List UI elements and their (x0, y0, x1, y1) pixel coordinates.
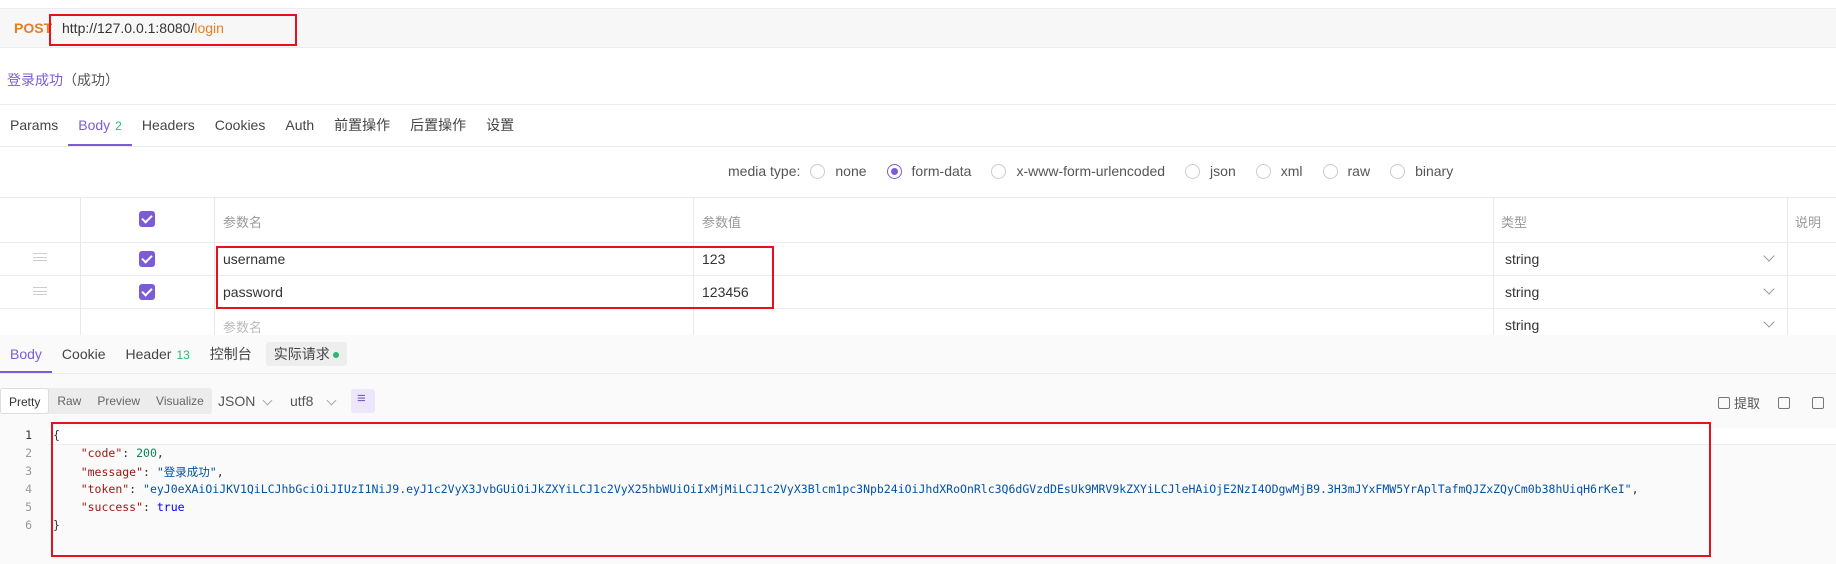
param-type-select[interactable]: string (1505, 251, 1539, 267)
param-value-cell[interactable]: 123456 (702, 284, 749, 300)
radio-json[interactable] (1185, 163, 1201, 179)
radio-form-data[interactable] (886, 163, 902, 179)
param-value-cell[interactable]: 123 (702, 251, 725, 267)
format-preview[interactable]: Preview (89, 388, 148, 414)
drag-handle-icon[interactable] (33, 253, 47, 261)
code-line: "token": "eyJ0eXAiOiJKV1QiLCJhbGciOiJIUz… (80, 482, 1639, 496)
tab-params[interactable]: Params (0, 104, 68, 146)
response-actions: 提取 (1717, 393, 1828, 412)
radio-xml[interactable] (1255, 163, 1271, 179)
copy-icon[interactable] (1812, 396, 1824, 409)
header-param-name: 参数名 (223, 215, 263, 230)
extract-icon[interactable] (1717, 396, 1730, 409)
format-pretty[interactable]: Pretty (0, 388, 50, 414)
http-method[interactable]: POST (14, 20, 52, 36)
format-toggle: Pretty Raw Preview Visualize (0, 388, 212, 414)
format-visualize[interactable]: Visualize (148, 388, 212, 414)
media-type-label: media type: (728, 163, 801, 179)
divider (0, 242, 1836, 243)
divider (0, 308, 1836, 309)
format-raw[interactable]: Raw (49, 388, 89, 414)
tab-pre-operations[interactable]: 前置操作 (324, 104, 400, 146)
line-number: 6 (25, 518, 32, 532)
encoding-select[interactable]: utf8 (290, 393, 313, 409)
wrap-lines-icon[interactable] (351, 389, 375, 413)
tab-actual-request[interactable]: 实际请求 (265, 342, 347, 366)
line-number: 2 (25, 446, 32, 460)
url-bar (0, 8, 1836, 48)
radio-none[interactable] (810, 163, 826, 179)
code-line: "success": true (80, 500, 185, 514)
tab-response-header[interactable]: Header 13 (116, 335, 200, 373)
tab-auth[interactable]: Auth (275, 104, 324, 146)
select-all-checkbox[interactable] (139, 211, 155, 227)
drag-handle-icon[interactable] (33, 287, 47, 295)
tab-post-operations[interactable]: 后置操作 (400, 104, 476, 146)
tab-response-body[interactable]: Body (0, 335, 52, 373)
divider (693, 197, 694, 335)
header-type: 类型 (1501, 215, 1528, 230)
param-name-cell[interactable]: username (223, 251, 285, 267)
header-param-value: 参数值 (702, 215, 742, 230)
url-path: login (194, 20, 224, 36)
param-name-cell[interactable]: password (223, 284, 283, 300)
line-number: 3 (25, 464, 32, 478)
header-description: 说明 (1795, 215, 1822, 230)
radio-binary[interactable] (1390, 163, 1406, 179)
divider (0, 146, 1836, 147)
tab-response-cookie[interactable]: Cookie (52, 335, 116, 373)
extract-button[interactable]: 提取 (1734, 393, 1760, 412)
tab-cookies[interactable]: Cookies (205, 104, 276, 146)
code-line: "message": "登录成功", (80, 465, 224, 479)
tab-body[interactable]: Body 2 (68, 104, 132, 146)
radio-x-www-form-urlencoded[interactable] (991, 163, 1007, 179)
download-icon[interactable] (1778, 396, 1790, 409)
header-count: 13 (176, 348, 190, 362)
url-input[interactable]: http://127.0.0.1:8080/login (62, 20, 224, 36)
status-dot-icon (332, 352, 339, 359)
row-checkbox[interactable] (139, 284, 155, 300)
row-checkbox[interactable] (139, 251, 155, 267)
divider (0, 373, 1836, 374)
tab-console[interactable]: 控制台 (200, 335, 262, 373)
response-tabs: Body Cookie Header 13 控制台 实际请求 (0, 335, 347, 373)
radio-raw[interactable] (1322, 163, 1338, 179)
code-line: { (53, 428, 60, 442)
divider (1493, 197, 1494, 335)
tab-settings[interactable]: 设置 (476, 104, 524, 146)
status-result: （成功） (63, 72, 119, 88)
divider (1787, 197, 1788, 335)
param-name-input[interactable]: 参数名 (223, 317, 262, 336)
divider (80, 197, 81, 335)
line-number: 1 (25, 428, 32, 442)
divider (214, 197, 215, 335)
language-select[interactable]: JSON (218, 393, 255, 409)
tab-headers[interactable]: Headers (132, 104, 205, 146)
code-line: } (53, 518, 60, 532)
line-number: 4 (25, 482, 32, 496)
request-tabs: Params Body 2 Headers Cookies Auth 前置操作 后… (0, 104, 524, 146)
response-status: 登录成功（成功） (7, 70, 119, 90)
param-type-select[interactable]: string (1505, 284, 1539, 300)
line-number: 5 (25, 500, 32, 514)
tab-body-count: 2 (115, 119, 122, 133)
code-line: "code": 200, (80, 446, 164, 460)
status-name: 登录成功 (7, 72, 63, 88)
param-type-select[interactable]: string (1505, 317, 1539, 333)
url-base: http://127.0.0.1:8080/ (62, 20, 195, 36)
media-type-selector: media type: none form-data x-www-form-ur… (728, 163, 1454, 179)
divider (0, 275, 1836, 276)
response-body-code[interactable]: 1 2 3 4 5 6 { "code": 200, "message": "登… (0, 428, 1836, 564)
